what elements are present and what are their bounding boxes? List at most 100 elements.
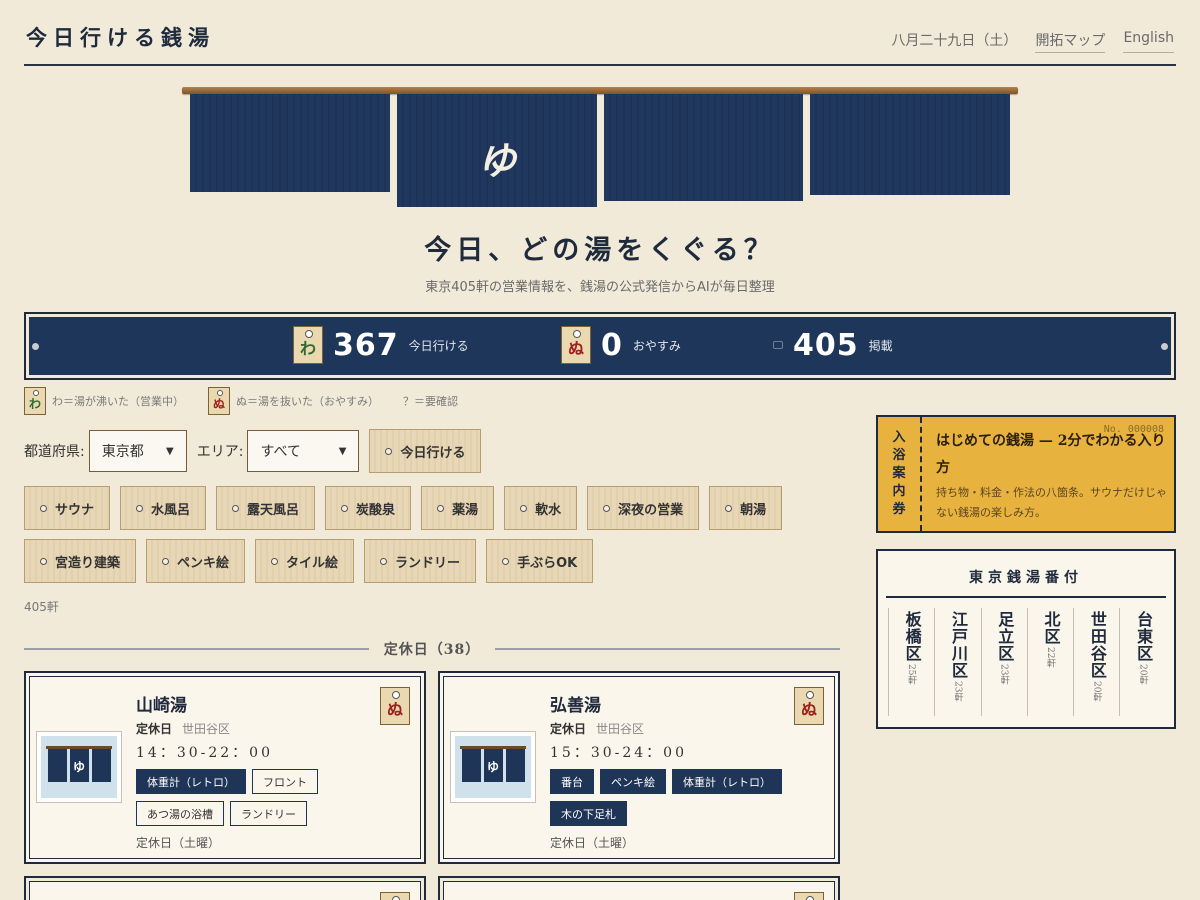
guide-ticket[interactable]: 入浴案内券 No. 000008 はじめての銭湯 — 2分でわかる入り方 持ち物…: [876, 415, 1176, 533]
chip-sauna[interactable]: サウナ: [24, 486, 111, 530]
ticket-stub-char: 入: [892, 430, 906, 445]
today-date: 八月二十九日（土）: [891, 33, 1018, 49]
sento-name[interactable]: 弘善湯: [550, 691, 601, 716]
legend-closed-text: ぬ＝湯を抜いた（おやすみ）: [236, 395, 379, 408]
ward-count: 20軒: [1137, 664, 1148, 685]
rivet-icon: [1161, 343, 1168, 350]
chip-label: ペンキ絵: [177, 555, 230, 571]
feature-tag: 番台: [550, 769, 594, 794]
sento-card[interactable]: ゆ 山崎湯 定休日 世田谷区 14：30-22：00 体重計（レトロ） フロント…: [24, 671, 426, 864]
prefecture-label: 都道府県:: [24, 444, 85, 460]
toggle-dot-icon: [341, 504, 349, 512]
sento-name[interactable]: 山崎湯: [136, 691, 187, 716]
chip-label: 手ぶらOK: [517, 555, 578, 571]
sento-meta: 定休日 世田谷区: [550, 720, 644, 737]
toggle-dot-icon: [271, 557, 279, 565]
sento-status: 定休日: [550, 722, 587, 736]
closed-wooden-tag-icon: ぬ: [380, 687, 410, 725]
ward-count: 25軒: [906, 664, 917, 685]
sento-meta: 定休日 世田谷区: [136, 720, 230, 737]
chip-label: 炭酸泉: [356, 502, 396, 518]
sento-closed-day: 定休日（土曜）: [136, 836, 221, 850]
ranking-item[interactable]: 北区 22軒: [1026, 608, 1073, 716]
toggle-dot-icon: [603, 504, 611, 512]
noren-yu-glyph: ゆ: [477, 138, 516, 183]
map-link[interactable]: 開拓マップ: [1035, 30, 1106, 53]
ticket-title[interactable]: はじめての銭湯 — 2分でわかる入り方: [936, 428, 1172, 482]
area-value: すべて: [260, 444, 301, 460]
chip-label: 宮造り建築: [55, 555, 121, 571]
area-label: エリア:: [196, 444, 244, 460]
ward-count: 20軒: [1091, 681, 1102, 702]
stat-listed: 405 掲載: [773, 325, 893, 365]
legend-open-text: わ＝湯が沸いた（営業中）: [52, 395, 184, 408]
toggle-dot-icon: [380, 557, 388, 565]
noren-panel: [604, 94, 803, 201]
toggle-dot-icon: [232, 504, 240, 512]
site-title[interactable]: 今日行ける銭湯: [26, 22, 215, 52]
result-count: 405軒: [24, 600, 59, 614]
legend-unknown-text: ？＝要確認: [403, 395, 458, 408]
toggle-dot-icon: [40, 504, 47, 512]
toggle-dot-icon: [520, 504, 528, 512]
closed-count: 0: [601, 327, 623, 363]
chip-soft-water[interactable]: 軟水: [504, 486, 578, 530]
toggle-dot-icon: [162, 557, 170, 565]
prefecture-select[interactable]: 東京都 ▼: [88, 430, 187, 472]
chip-herbal[interactable]: 薬湯: [421, 486, 495, 530]
closed-label: おやすみ: [632, 338, 681, 353]
chip-label: サウナ: [55, 502, 95, 518]
ranking-item[interactable]: 足立区 23軒: [980, 608, 1027, 716]
chip-carbonated[interactable]: 炭酸泉: [325, 486, 412, 530]
sento-feature-tags: 体重計（レトロ） フロント あつ湯の浴槽 ランドリー: [136, 769, 386, 826]
noren-thumbnail-icon: ゆ: [41, 736, 117, 798]
list-icon: [773, 341, 783, 349]
ward-name: 板橋区: [902, 611, 922, 662]
ranking-item[interactable]: 台東区 20軒: [1119, 608, 1165, 716]
sento-card-inner: [443, 881, 835, 900]
chip-tile-art[interactable]: タイル絵: [255, 539, 355, 583]
rivet-icon: [32, 343, 39, 350]
chip-late-night[interactable]: 深夜の営業: [587, 486, 700, 530]
feature-chips-row-2: 宮造り建築 ペンキ絵 タイル絵 ランドリー 手ぶらOK: [24, 539, 594, 583]
ranking-item[interactable]: 板橋区 25軒: [888, 608, 934, 716]
ticket-stub: 入浴案内券: [878, 417, 922, 531]
area-select[interactable]: すべて ▼: [247, 430, 360, 472]
sento-card[interactable]: [438, 876, 840, 900]
ranking-item[interactable]: 江戸川区 23軒: [934, 608, 980, 716]
closed-wooden-tag-icon: [794, 892, 824, 900]
ward-name: 北区: [1041, 611, 1061, 645]
noren-thumbnail-icon: ゆ: [455, 736, 531, 798]
sento-card-inner: ゆ 山崎湯 定休日 世田谷区 14：30-22：00 体重計（レトロ） フロント…: [29, 676, 421, 859]
sento-hours: 14：30-22：00: [136, 745, 273, 761]
chip-temple-architecture[interactable]: 宮造り建築: [24, 539, 137, 583]
chip-label: 朝湯: [740, 502, 767, 518]
stat-open: わ 367 今日行ける: [293, 325, 469, 365]
chip-cold-bath[interactable]: 水風呂: [120, 486, 207, 530]
chip-paint-mural[interactable]: ペンキ絵: [146, 539, 246, 583]
tag-legend: わ わ＝湯が沸いた（営業中） ぬ ぬ＝湯を抜いた（おやすみ） ？＝要確認: [24, 387, 458, 415]
english-link[interactable]: English: [1123, 30, 1174, 53]
hero-title: 今日、どの湯をくぐる？: [424, 235, 776, 266]
feature-tag: フロント: [252, 769, 318, 794]
listed-count: 405: [793, 327, 859, 363]
stat-closed: ぬ 0 おやすみ: [561, 325, 681, 365]
today-open-filter[interactable]: 今日行ける: [369, 429, 482, 473]
thumb-yu-glyph: ゆ: [72, 760, 85, 774]
ward-name: 江戸川区: [948, 611, 968, 679]
chip-label: 水風呂: [151, 502, 191, 518]
chip-label: 深夜の営業: [618, 502, 684, 518]
closed-wooden-tag-icon: [380, 892, 410, 900]
chip-morning[interactable]: 朝湯: [709, 486, 783, 530]
sento-hours: 15：30-24：00: [550, 745, 687, 761]
noren-panel: [810, 94, 1010, 195]
chip-laundry[interactable]: ランドリー: [364, 539, 477, 583]
chip-empty-handed[interactable]: 手ぶらOK: [486, 539, 594, 583]
sento-card[interactable]: ゆ 弘善湯 定休日 世田谷区 15：30-24：00 番台 ペンキ絵 体重計（レ…: [438, 671, 840, 864]
sento-card[interactable]: [24, 876, 426, 900]
ranking-item[interactable]: 世田谷区 20軒: [1073, 608, 1119, 716]
chip-open-air[interactable]: 露天風呂: [216, 486, 316, 530]
listed-label: 掲載: [868, 338, 893, 353]
feature-tag: あつ湯の浴槽: [136, 801, 224, 826]
ward-ranking: 東京銭湯番付 板橋区 25軒 江戸川区 23軒 足立区 23軒 北区 22軒 世田谷区 2…: [876, 549, 1176, 729]
